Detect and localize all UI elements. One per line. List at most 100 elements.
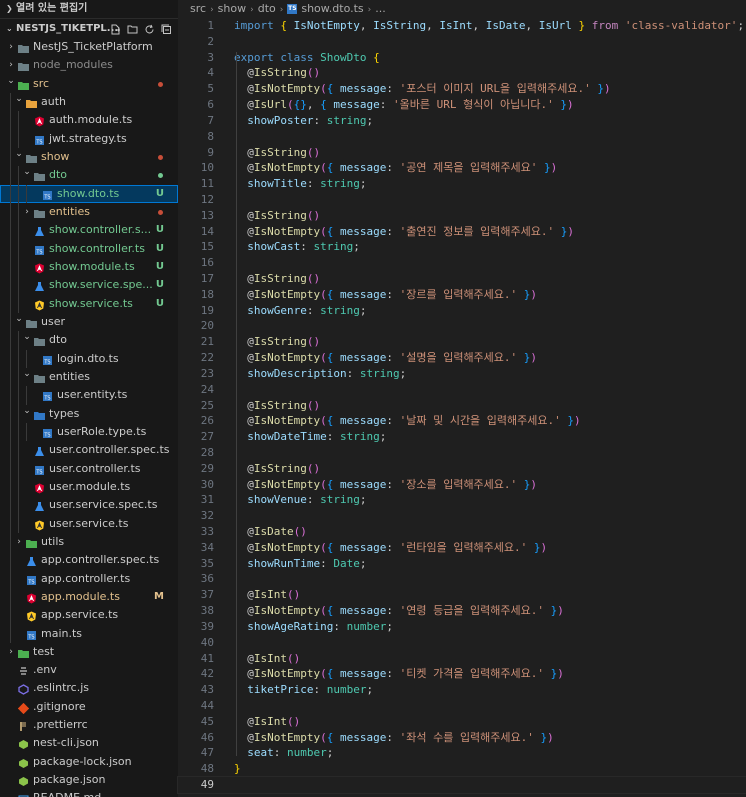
code-line[interactable]: 41 @IsInt() — [178, 651, 746, 667]
code-line[interactable]: 15 showCast: string; — [178, 239, 746, 255]
breadcrumb-item[interactable]: ... — [375, 2, 386, 15]
code-line[interactable]: 42 @IsNotEmpty({ message: '티켓 가격을 입력해주세요… — [178, 666, 746, 682]
folder-item[interactable]: ⌄ src — [0, 75, 178, 93]
chevron-right-icon[interactable]: › — [6, 643, 16, 661]
file-item[interactable]: package-lock.json — [0, 753, 178, 771]
file-item[interactable]: package.json — [0, 771, 178, 789]
folder-item[interactable]: ⌄ auth — [0, 90, 178, 112]
code-line[interactable]: 3 export class ShowDto { — [178, 50, 746, 66]
file-item[interactable]: app.module.ts M — [0, 587, 178, 607]
file-item[interactable]: TS main.ts — [0, 624, 178, 643]
folder-item[interactable]: ⌄ entities — [0, 365, 178, 387]
code-line[interactable]: 9 @IsString() — [178, 145, 746, 161]
code-line[interactable]: 35 showRunTime: Date; — [178, 556, 746, 572]
code-line[interactable]: 18 @IsNotEmpty({ message: '장르를 입력해주세요.' … — [178, 287, 746, 303]
code-line[interactable]: 33 @IsDate() — [178, 524, 746, 540]
code-line[interactable]: 10 @IsNotEmpty({ message: '공연 제목을 입력해주세요… — [178, 160, 746, 176]
folder-item[interactable]: ⌄ dto — [0, 163, 178, 185]
file-item[interactable]: TS show.dto.ts U — [0, 184, 178, 203]
code-line[interactable]: 19 showGenre: string; — [178, 303, 746, 319]
code-line[interactable]: 44 — [178, 698, 746, 714]
code-line[interactable]: 31 showVenue: string; — [178, 492, 746, 508]
code-line[interactable]: 43 tiketPrice: number; — [178, 682, 746, 698]
folder-item[interactable]: ⌄ types — [0, 402, 178, 423]
code-line[interactable]: 16 — [178, 255, 746, 271]
file-item[interactable]: TS user.controller.ts — [0, 459, 178, 478]
new-folder-icon[interactable] — [127, 23, 138, 34]
open-editors-header[interactable]: ❯ 열려 있는 편집기 — [0, 0, 178, 19]
code-line[interactable]: 40 — [178, 635, 746, 651]
chevron-down-icon[interactable]: ⌄ — [22, 328, 32, 346]
code-line[interactable]: 47 seat: number; — [178, 745, 746, 761]
code-line[interactable]: 34 @IsNotEmpty({ message: '런타임을 입력해주세요.'… — [178, 540, 746, 556]
code-line[interactable]: 46 @IsNotEmpty({ message: '좌석 수를 입력해주세요.… — [178, 730, 746, 746]
code-line[interactable]: 2 — [178, 34, 746, 50]
chevron-down-icon[interactable]: ⌄ — [14, 90, 24, 108]
chevron-down-icon[interactable]: ⌄ — [22, 163, 32, 181]
file-item[interactable]: show.controller.s... U — [0, 221, 178, 240]
code-line[interactable]: 36 — [178, 571, 746, 587]
code-line[interactable]: 4 @IsString() — [178, 65, 746, 81]
file-item[interactable]: user.controller.spec.ts — [0, 441, 178, 460]
code-line[interactable]: 17 @IsString() — [178, 271, 746, 287]
file-item[interactable]: user.service.spec.ts — [0, 496, 178, 515]
code-line[interactable]: 21 @IsString() — [178, 334, 746, 350]
code-line[interactable]: 28 — [178, 445, 746, 461]
file-item[interactable]: nest-cli.json — [0, 734, 178, 752]
code-line[interactable]: 22 @IsNotEmpty({ message: '설명을 입력해주세요.' … — [178, 350, 746, 366]
file-item[interactable]: user.module.ts — [0, 477, 178, 497]
collapse-all-icon[interactable] — [161, 23, 172, 34]
folder-item[interactable]: › NestJS_TicketPlatform — [0, 38, 178, 56]
code-line[interactable]: 30 @IsNotEmpty({ message: '장소를 입력해주세요.' … — [178, 477, 746, 493]
project-header[interactable]: ⌄ NESTJS_TIKETPL... — [0, 19, 178, 38]
code-line[interactable]: 37 @IsInt() — [178, 587, 746, 603]
chevron-right-icon[interactable]: › — [14, 533, 24, 551]
breadcrumb-item[interactable]: show.dto.ts — [301, 2, 363, 15]
code-line[interactable]: 1 import { IsNotEmpty, IsString, IsInt, I… — [178, 18, 746, 34]
code-line[interactable]: 48} — [178, 761, 746, 777]
folder-item[interactable]: › test — [0, 643, 178, 661]
file-item[interactable]: app.controller.spec.ts — [0, 551, 178, 570]
code-line[interactable]: 6 @IsUrl({}, { message: '올바른 URL 형식이 아닙니… — [178, 97, 746, 113]
code-line[interactable]: 32 — [178, 508, 746, 524]
breadcrumb-item[interactable]: src — [190, 2, 206, 15]
code-line[interactable]: 27 showDateTime: string; — [178, 429, 746, 445]
file-item[interactable]: TS userRole.type.ts — [0, 422, 178, 442]
file-item[interactable]: .prettierrc — [0, 716, 178, 734]
code-line[interactable]: 8 — [178, 129, 746, 145]
file-item[interactable]: show.service.ts U — [0, 294, 178, 313]
file-item[interactable]: app.service.ts — [0, 606, 178, 625]
file-item[interactable]: TS show.controller.ts U — [0, 239, 178, 258]
code-line[interactable]: 38 @IsNotEmpty({ message: '연령 등급을 입력해주세요… — [178, 603, 746, 619]
file-item[interactable]: auth.module.ts — [0, 111, 178, 130]
code-line[interactable]: 14 @IsNotEmpty({ message: '출연진 정보를 입력해주세… — [178, 224, 746, 240]
chevron-down-icon[interactable]: ⌄ — [22, 402, 32, 420]
file-item[interactable]: show.module.ts U — [0, 257, 178, 277]
code-line[interactable]: 49 — [177, 776, 746, 794]
code-editor[interactable]: 1 import { IsNotEmpty, IsString, IsInt, I… — [177, 18, 746, 794]
code-line[interactable]: 26 @IsNotEmpty({ message: '날짜 및 시간을 입력해주… — [178, 413, 746, 429]
code-line[interactable]: 23 showDescription: string; — [178, 366, 746, 382]
chevron-right-icon[interactable]: › — [22, 203, 32, 221]
chevron-down-icon[interactable]: ⌄ — [14, 145, 24, 163]
file-item[interactable]: TS app.controller.ts — [0, 569, 178, 588]
code-line[interactable]: 7 showPoster: string; — [178, 113, 746, 129]
refresh-icon[interactable] — [144, 23, 155, 34]
chevron-down-icon[interactable]: ⌄ — [22, 365, 32, 383]
chevron-down-icon[interactable]: ⌄ — [14, 310, 24, 328]
code-line[interactable]: 20 — [178, 318, 746, 334]
file-item[interactable]: .env — [0, 661, 178, 679]
chevron-right-icon[interactable]: › — [6, 38, 16, 56]
file-item[interactable]: .gitignore — [0, 698, 178, 716]
file-item[interactable]: show.service.spe... U — [0, 276, 178, 295]
folder-item[interactable]: ⌄ dto — [0, 328, 178, 350]
code-line[interactable]: 11 showTitle: string; — [178, 176, 746, 192]
code-line[interactable]: 39 showAgeRating: number; — [178, 619, 746, 635]
code-line[interactable]: 45 @IsInt() — [178, 714, 746, 730]
chevron-down-icon[interactable]: ⌄ — [6, 72, 16, 90]
folder-item[interactable]: › node_modules — [0, 56, 178, 74]
breadcrumb-item[interactable]: dto — [258, 2, 276, 15]
file-item[interactable]: .eslintrc.js — [0, 679, 178, 697]
file-item[interactable]: TS jwt.strategy.ts — [0, 129, 178, 148]
folder-item[interactable]: › entities — [0, 202, 178, 222]
